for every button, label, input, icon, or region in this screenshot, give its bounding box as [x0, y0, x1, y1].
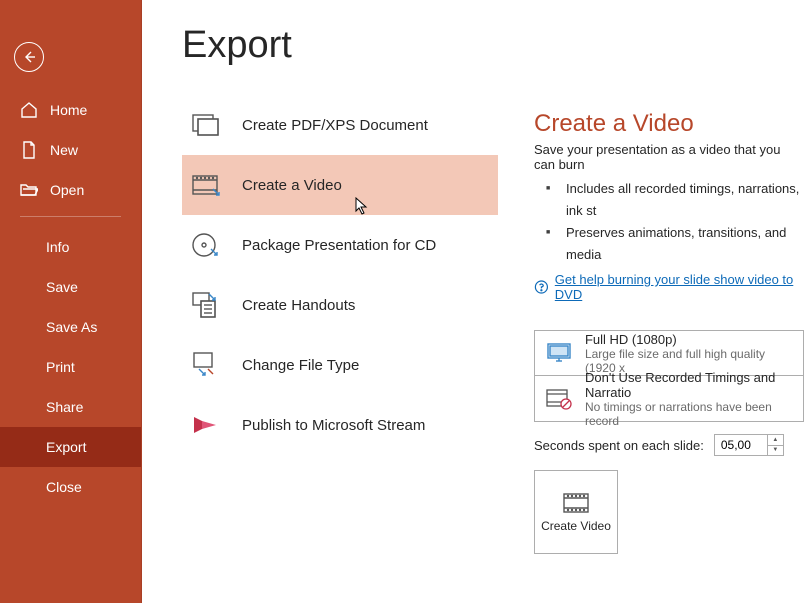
film-no-icon: [545, 384, 573, 414]
export-option-label: Change File Type: [242, 357, 359, 374]
monitor-icon: [545, 338, 573, 368]
video-icon: [190, 169, 222, 201]
bullet-item: Preserves animations, transitions, and m…: [552, 222, 804, 266]
export-option-label: Package Presentation for CD: [242, 237, 436, 254]
nav-open[interactable]: Open: [0, 170, 141, 210]
backstage-sidebar: Home New Open Info Save Save As Print Sh…: [0, 0, 142, 603]
export-option-video[interactable]: Create a Video: [182, 155, 498, 215]
create-video-button[interactable]: Create Video: [534, 470, 618, 554]
nav-label: Close: [46, 479, 82, 495]
export-option-label: Create PDF/XPS Document: [242, 117, 428, 134]
nav-home[interactable]: Home: [0, 90, 141, 130]
folder-open-icon: [20, 181, 38, 199]
export-option-label: Create a Video: [242, 177, 342, 194]
nav-info[interactable]: Info: [0, 227, 141, 267]
pdf-icon: [190, 109, 222, 141]
export-option-cd[interactable]: Package Presentation for CD: [182, 215, 498, 275]
change-filetype-icon: [190, 349, 222, 381]
dropdown-subtitle: No timings or narrations have been recor…: [585, 400, 793, 428]
seconds-spinner[interactable]: ▲ ▼: [714, 434, 784, 456]
export-option-filetype[interactable]: Change File Type: [182, 335, 498, 395]
nav-export[interactable]: Export: [0, 427, 141, 467]
nav-label: Export: [46, 439, 86, 455]
nav-label: Home: [50, 102, 87, 118]
seconds-label: Seconds spent on each slide:: [534, 438, 704, 453]
cd-icon: [190, 229, 222, 261]
spin-down-button[interactable]: ▼: [768, 446, 783, 456]
nav-label: Print: [46, 359, 75, 375]
nav-save[interactable]: Save: [0, 267, 141, 307]
arrow-left-icon: [21, 49, 37, 65]
create-video-panel: Create a Video Save your presentation as…: [499, 0, 804, 603]
nav-save-as[interactable]: Save As: [0, 307, 141, 347]
help-link[interactable]: Get help burning your slide show video t…: [555, 272, 804, 302]
dropdown-title: Don't Use Recorded Timings and Narratio: [585, 370, 793, 400]
home-icon: [20, 101, 38, 119]
back-button[interactable]: [14, 42, 44, 72]
nav-label: Save As: [46, 319, 97, 335]
nav-close[interactable]: Close: [0, 467, 141, 507]
export-option-stream[interactable]: Publish to Microsoft Stream: [182, 395, 498, 455]
sidebar-divider: [20, 216, 121, 217]
nav-label: Info: [46, 239, 69, 255]
page-title: Export: [182, 24, 498, 67]
stream-icon: [190, 409, 222, 441]
nav-label: Share: [46, 399, 83, 415]
create-video-button-label: Create Video: [541, 519, 611, 533]
spin-up-button[interactable]: ▲: [768, 435, 783, 446]
export-option-label: Publish to Microsoft Stream: [242, 417, 425, 434]
nav-share[interactable]: Share: [0, 387, 141, 427]
timings-dropdown[interactable]: Don't Use Recorded Timings and Narratio …: [534, 376, 804, 422]
main-content: Export Create PDF/XPS Document Create a …: [142, 0, 804, 603]
document-icon: [20, 141, 38, 159]
section-description: Save your presentation as a video that y…: [534, 142, 804, 172]
nav-label: New: [50, 142, 78, 158]
help-icon: [534, 279, 549, 295]
bullet-item: Includes all recorded timings, narration…: [552, 178, 804, 222]
export-options-column: Export Create PDF/XPS Document Create a …: [142, 0, 499, 603]
nav-print[interactable]: Print: [0, 347, 141, 387]
dropdown-title: Full HD (1080p): [585, 332, 793, 347]
nav-label: Save: [46, 279, 78, 295]
export-option-handouts[interactable]: Create Handouts: [182, 275, 498, 335]
film-icon: [561, 491, 591, 515]
handouts-icon: [190, 289, 222, 321]
nav-label: Open: [50, 182, 84, 198]
feature-bullets: Includes all recorded timings, narration…: [552, 178, 804, 266]
nav-new[interactable]: New: [0, 130, 141, 170]
export-option-label: Create Handouts: [242, 297, 355, 314]
section-title: Create a Video: [534, 110, 804, 138]
seconds-input[interactable]: [715, 435, 767, 455]
export-option-pdf[interactable]: Create PDF/XPS Document: [182, 95, 498, 155]
